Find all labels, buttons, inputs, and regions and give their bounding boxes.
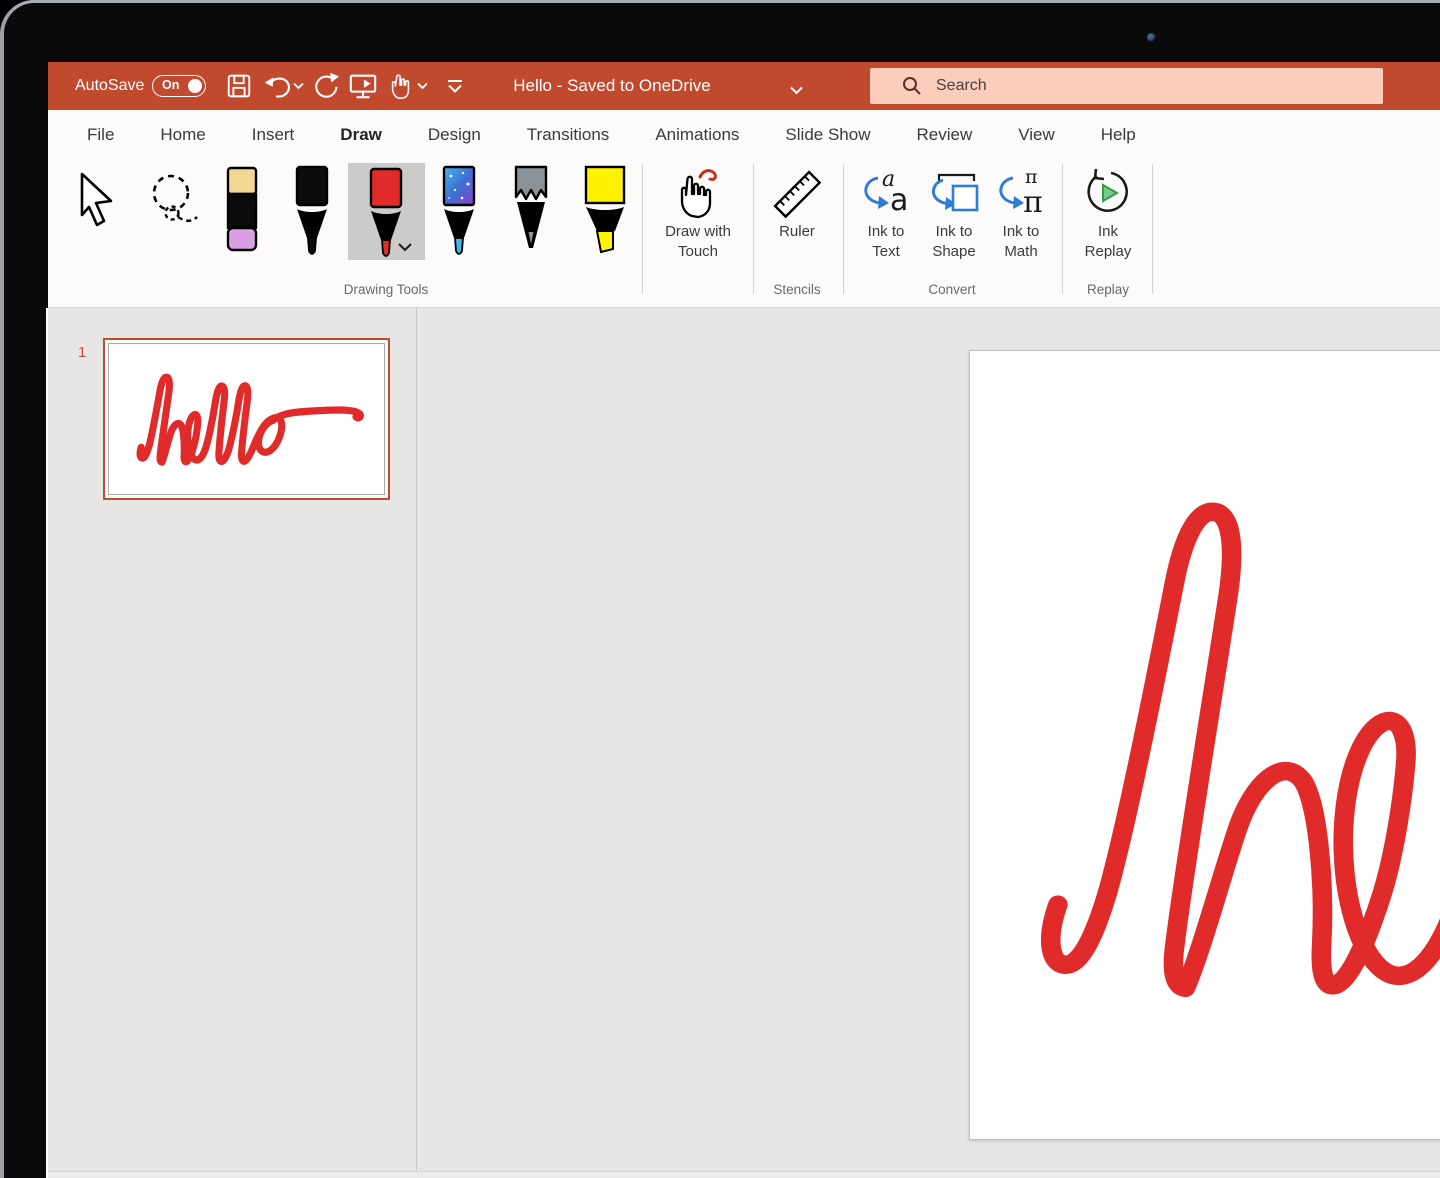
slide-number: 1 [78, 344, 86, 361]
slide-thumbnail-preview [108, 343, 385, 495]
ink-to-text-icon: a a [858, 166, 914, 220]
chevron-down-icon [397, 242, 413, 252]
select-cursor-icon [73, 170, 119, 230]
draw-with-touch-icon [674, 166, 722, 220]
eraser-button[interactable] [220, 164, 264, 263]
galaxy-pen-button[interactable] [437, 164, 481, 263]
ink-to-shape-icon [925, 166, 983, 220]
tab-help[interactable]: Help [1078, 110, 1159, 160]
chevron-down-icon [293, 82, 304, 90]
status-bar-edge [48, 1171, 1440, 1178]
ink-to-shape-label: Ink to Shape [924, 222, 984, 262]
start-from-beginning-button[interactable] [348, 71, 378, 101]
pencil-icon [509, 164, 553, 258]
undo-icon [263, 72, 291, 100]
tab-slide-show[interactable]: Slide Show [762, 110, 893, 160]
group-divider [1152, 164, 1153, 294]
save-icon [225, 72, 253, 100]
slide-thumbnail-panel[interactable]: 1 [48, 308, 417, 1178]
group-divider [843, 164, 844, 294]
search-box[interactable] [870, 68, 1383, 104]
lasso-select-icon [146, 172, 200, 230]
autosave-state-label: On [162, 76, 179, 95]
group-divider [753, 164, 754, 294]
ruler-label: Ruler [757, 222, 837, 242]
black-pen-icon [290, 164, 334, 258]
tab-transitions[interactable]: Transitions [504, 110, 633, 160]
document-title[interactable]: Hello - Saved to OneDrive [462, 62, 762, 110]
black-pen-button[interactable] [290, 164, 334, 263]
yellow-highlighter-icon [582, 164, 628, 258]
draw-mode-icon [388, 72, 414, 100]
tab-home[interactable]: Home [137, 110, 228, 160]
draw-mode-button[interactable] [386, 71, 416, 101]
ink-replay-label: Ink Replay [1082, 222, 1134, 262]
camera-dot [1147, 33, 1156, 42]
slide-thumbnail[interactable] [103, 338, 390, 500]
group-divider [1062, 164, 1063, 294]
ink-to-text-label: Ink to Text [859, 222, 913, 262]
start-from-beginning-icon [348, 71, 378, 101]
svg-text:π: π [1023, 185, 1043, 220]
ink-to-math-icon: π π [993, 166, 1049, 220]
tab-review[interactable]: Review [893, 110, 995, 160]
galaxy-pen-icon [437, 164, 481, 258]
ribbon-tab-row: File Home Insert Draw Design Transitions… [48, 110, 1440, 160]
undo-button[interactable] [262, 71, 292, 101]
ink-replay-icon [1082, 166, 1134, 220]
ink-to-math-label: Ink to Math [994, 222, 1048, 262]
autosave-label: AutoSave [75, 62, 144, 110]
tab-view[interactable]: View [995, 110, 1078, 160]
chevron-down-icon [790, 86, 803, 95]
search-input[interactable] [936, 77, 1336, 95]
yellow-highlighter-button[interactable] [582, 164, 628, 263]
slide-canvas[interactable] [969, 350, 1440, 1140]
draw-mode-dropdown-chevron[interactable] [414, 71, 430, 101]
tab-insert[interactable]: Insert [229, 110, 318, 160]
redo-icon [311, 72, 339, 100]
tab-animations[interactable]: Animations [632, 110, 762, 160]
chevron-down-icon [417, 82, 428, 90]
magnifier-icon [902, 76, 922, 96]
group-label-convert: Convert [892, 282, 1012, 297]
eraser-icon [220, 164, 264, 258]
tab-draw[interactable]: Draw [317, 110, 405, 160]
title-dropdown-chevron[interactable] [790, 82, 803, 100]
hello-ink-drawing [1026, 471, 1440, 1071]
group-divider [642, 164, 643, 294]
draw-with-touch-label: Draw with Touch [655, 222, 741, 262]
tab-file[interactable]: File [64, 110, 137, 160]
pencil-button[interactable] [509, 164, 553, 263]
toggle-knob [188, 79, 202, 93]
red-pen-button-selected[interactable] [348, 163, 425, 260]
pen-options-chevron[interactable] [397, 239, 413, 257]
svg-text:a: a [890, 183, 908, 218]
title-bar: AutoSave On [48, 62, 1440, 110]
lasso-select-button[interactable] [146, 172, 200, 235]
tab-design[interactable]: Design [405, 110, 504, 160]
redo-button[interactable] [310, 71, 340, 101]
workspace: 1 [48, 308, 1440, 1178]
group-label-replay: Replay [1048, 282, 1168, 297]
draw-with-touch-button[interactable]: Draw with Touch [646, 160, 750, 307]
hello-ink-thumbnail [136, 370, 372, 477]
autosave-toggle[interactable]: On [152, 75, 206, 97]
ruler-icon [768, 166, 826, 220]
save-button[interactable] [224, 71, 254, 101]
select-tool-button[interactable] [73, 170, 119, 235]
slide-editing-area [418, 308, 1440, 1178]
ribbon-tools: Drawing Tools Draw with Touch [48, 160, 1440, 308]
undo-dropdown-chevron[interactable] [290, 71, 306, 101]
group-label-drawing-tools: Drawing Tools [286, 282, 486, 297]
powerpoint-window: AutoSave On [48, 62, 1440, 1178]
group-label-stencils: Stencils [737, 282, 857, 297]
